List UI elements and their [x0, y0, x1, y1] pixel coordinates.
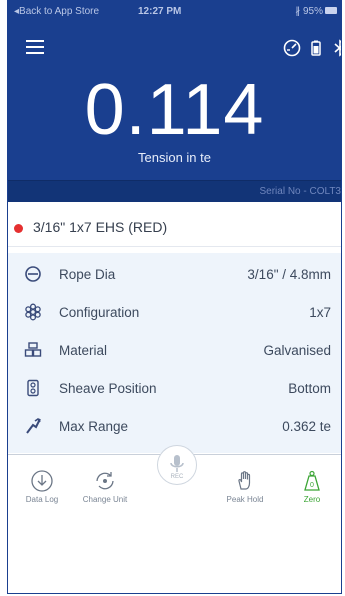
record-button[interactable]: REC	[157, 445, 197, 485]
change-unit-button[interactable]: Change Unit	[75, 469, 135, 513]
max-range-icon	[26, 417, 41, 434]
property-label: Material	[59, 343, 108, 358]
refresh-icon	[96, 472, 114, 490]
status-bar: ◂Back to App Store 12:27 PM ∦ 95%	[8, 0, 341, 22]
property-label: Configuration	[59, 305, 140, 320]
property-row-max-range: Max Range 0.362 te	[8, 408, 341, 446]
property-label: Rope Dia	[59, 267, 116, 282]
configuration-icon	[25, 303, 41, 321]
battery-status: ∦ 95%	[295, 6, 323, 17]
battery-icon	[325, 7, 337, 14]
material-icon	[24, 342, 42, 357]
serial-bar: Serial No - COLT3	[8, 180, 341, 202]
weight-zero-icon: 0	[304, 470, 320, 491]
zero-button[interactable]: 0 Zero	[282, 469, 341, 513]
property-label: Max Range	[59, 419, 129, 434]
data-log-button[interactable]: Data Log	[12, 469, 72, 513]
tension-unit-label: Tension in te	[138, 150, 211, 165]
property-value: 0.362 te	[282, 419, 331, 434]
record-label: REC	[170, 474, 184, 480]
sheave-position-icon	[27, 379, 39, 397]
rope-selector[interactable]: 3/16" 1x7 EHS (RED)	[8, 207, 341, 247]
property-value: 1x7	[309, 305, 331, 320]
property-row-sheave-position: Sheave Position Bottom	[8, 370, 341, 408]
svg-text:0: 0	[310, 482, 314, 489]
property-row-rope-dia: Rope Dia 3/16" / 4.8mm	[8, 256, 341, 294]
property-row-material: Material Galvanised	[8, 332, 341, 370]
rope-title: 3/16" 1x7 EHS (RED)	[33, 219, 168, 235]
back-to-app-store-link[interactable]: ◂Back to App Store	[14, 6, 99, 17]
tension-reading: 0.114	[84, 70, 265, 150]
gauge-icon[interactable]	[282, 38, 302, 58]
rope-dia-icon	[25, 266, 41, 282]
property-label: Sheave Position	[59, 381, 157, 396]
zero-label: Zero	[303, 495, 321, 504]
property-value: Bottom	[288, 381, 331, 396]
data-log-label: Data Log	[25, 495, 59, 504]
peak-hold-button[interactable]: Peak Hold	[215, 469, 275, 513]
property-row-configuration: Configuration 1x7	[8, 294, 341, 332]
menu-icon[interactable]	[26, 40, 44, 54]
status-time: 12:27 PM	[138, 6, 182, 17]
rope-properties: Rope Dia 3/16" / 4.8mm Configuration 1x7	[8, 253, 341, 453]
property-value: Galvanised	[263, 343, 331, 358]
serial-number: Serial No - COLT3	[259, 186, 341, 197]
peak-hold-label: Peak Hold	[226, 495, 264, 504]
battery-icon[interactable]	[306, 38, 326, 58]
change-unit-label: Change Unit	[82, 495, 128, 504]
header: ◂Back to App Store 12:27 PM ∦ 95% 0.114 …	[8, 0, 341, 180]
rope-color-indicator	[14, 224, 23, 233]
app-frame: ◂Back to App Store 12:27 PM ∦ 95% 0.114 …	[7, 0, 342, 594]
microphone-icon	[170, 455, 184, 472]
bluetooth-icon[interactable]	[330, 38, 342, 58]
hand-icon	[238, 471, 251, 490]
property-value: 3/16" / 4.8mm	[247, 267, 331, 282]
download-icon	[31, 470, 53, 492]
